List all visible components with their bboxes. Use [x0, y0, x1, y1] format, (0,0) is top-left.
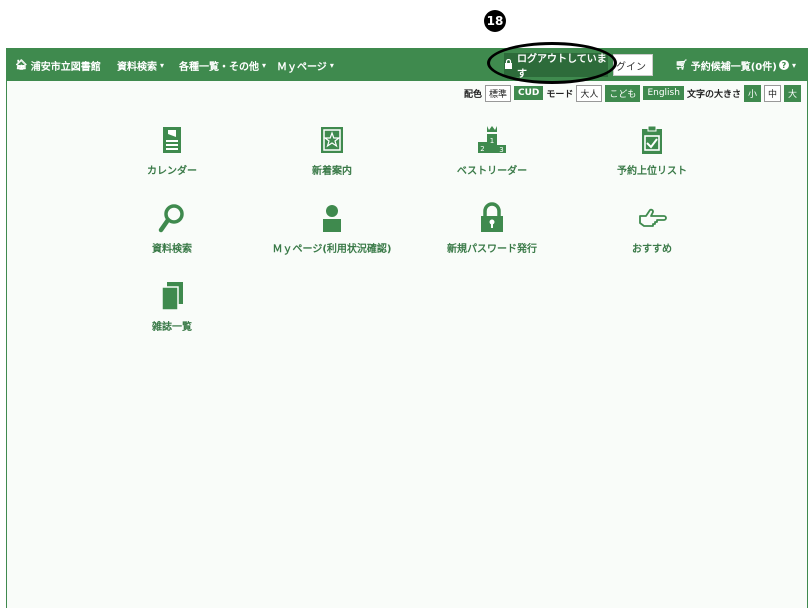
calendar-icon: [163, 127, 181, 153]
user-icon: [323, 205, 341, 232]
chevron-down-icon: ▾: [160, 60, 165, 70]
home-icon: 🏠︎: [15, 59, 28, 71]
svg-text:3: 3: [499, 146, 503, 154]
tile-reservation-ranking[interactable]: 予約上位リスト: [582, 124, 722, 177]
menu-search-label: 資料検索: [117, 61, 157, 73]
mode-label: モード: [546, 89, 574, 100]
color-label: 配色: [463, 89, 482, 100]
chevron-down-icon: ▾: [792, 60, 797, 70]
chevron-down-icon: ▾: [262, 60, 267, 70]
callout-badge: 18: [484, 10, 506, 32]
cart-icon: 🛒︎: [675, 59, 688, 71]
svg-text:1: 1: [490, 137, 494, 145]
svg-text:2: 2: [480, 145, 484, 153]
tile-new-password-label: 新規パスワード発行: [447, 244, 537, 255]
tile-reservation-ranking-label: 予約上位リスト: [617, 166, 687, 177]
tile-new-arrivals[interactable]: 新着案内: [262, 124, 402, 177]
tile-search-label: 資料検索: [152, 244, 192, 255]
tile-best-reader[interactable]: 12 3 ベストリーダー: [422, 124, 562, 177]
mode-adult-button[interactable]: 大人: [576, 84, 603, 102]
tile-search[interactable]: 資料検索: [102, 202, 242, 255]
size-medium-button[interactable]: 中: [763, 84, 781, 102]
tile-best-reader-label: ベストリーダー: [456, 166, 528, 177]
ranking-icon: 12 3: [478, 126, 506, 154]
pointing-hand-icon: [639, 208, 667, 227]
display-settings: 配色 標準 CUD モード 大人 こども English 文字の大きさ 小 中 …: [464, 84, 801, 102]
home-label: 浦安市立図書館: [30, 61, 101, 73]
tile-mypage-label: Ｍｙページ(利用状況確認): [272, 244, 392, 255]
chevron-down-icon: ▾: [329, 60, 334, 70]
tile-mypage[interactable]: Ｍｙページ(利用状況確認): [262, 202, 402, 255]
login-label: グイン: [616, 61, 646, 73]
color-standard-button[interactable]: 標準: [484, 84, 511, 102]
logout-status-button[interactable]: ログアウトしています: [504, 53, 608, 80]
navbar: 🏠︎ 浦安市立図書館 資料検索 ▾ 各種一覧・その他 ▾ Ｍｙページ ▾ ログア…: [7, 42, 807, 84]
tile-new-arrivals-label: 新着案内: [312, 166, 352, 177]
logout-label: ログアウトしています: [517, 54, 607, 80]
tile-magazines-label: 雑誌一覧: [152, 322, 192, 333]
tile-recommendations-label: おすすめ: [632, 244, 672, 255]
reservation-cart-link[interactable]: 🛒︎ 予約候補一覧(0件): [675, 49, 777, 81]
menu-search[interactable]: 資料検索 ▾: [117, 49, 164, 81]
app-frame: 🏠︎ 浦安市立図書館 資料検索 ▾ 各種一覧・その他 ▾ Ｍｙページ ▾ ログア…: [6, 42, 808, 608]
menu-lists[interactable]: 各種一覧・その他 ▾: [179, 49, 266, 81]
tile-magazines[interactable]: 雑誌一覧: [102, 280, 242, 333]
lock-icon: [504, 58, 513, 72]
size-small-button[interactable]: 小: [743, 84, 761, 102]
help-icon: ?: [779, 60, 789, 70]
login-button[interactable]: グイン: [613, 54, 653, 76]
fontsize-label: 文字の大きさ: [686, 89, 741, 100]
clipboard-icon: [642, 125, 662, 154]
mode-child-button[interactable]: こども: [605, 84, 641, 102]
home-link[interactable]: 🏠︎ 浦安市立図書館: [15, 49, 101, 81]
menu-lists-label: 各種一覧・その他: [179, 61, 259, 73]
tile-calendar[interactable]: カレンダー: [102, 124, 242, 177]
mode-english-button[interactable]: English: [643, 86, 684, 100]
tile-calendar-label: カレンダー: [147, 166, 197, 177]
search-icon: [158, 204, 184, 233]
help-menu[interactable]: ? ▾: [779, 49, 796, 81]
tile-recommendations[interactable]: おすすめ: [582, 202, 722, 255]
lock-icon: [481, 202, 503, 232]
cart-label: 予約候補一覧(0件): [690, 61, 777, 73]
color-cud-button[interactable]: CUD: [514, 86, 544, 100]
menu-mypage-label: Ｍｙページ: [277, 61, 327, 73]
size-large-button[interactable]: 大: [783, 84, 801, 102]
magazine-icon: [161, 282, 183, 311]
tile-new-password[interactable]: 新規パスワード発行: [422, 202, 562, 255]
menu-mypage[interactable]: Ｍｙページ ▾: [277, 49, 334, 81]
new-book-icon: [321, 127, 343, 153]
